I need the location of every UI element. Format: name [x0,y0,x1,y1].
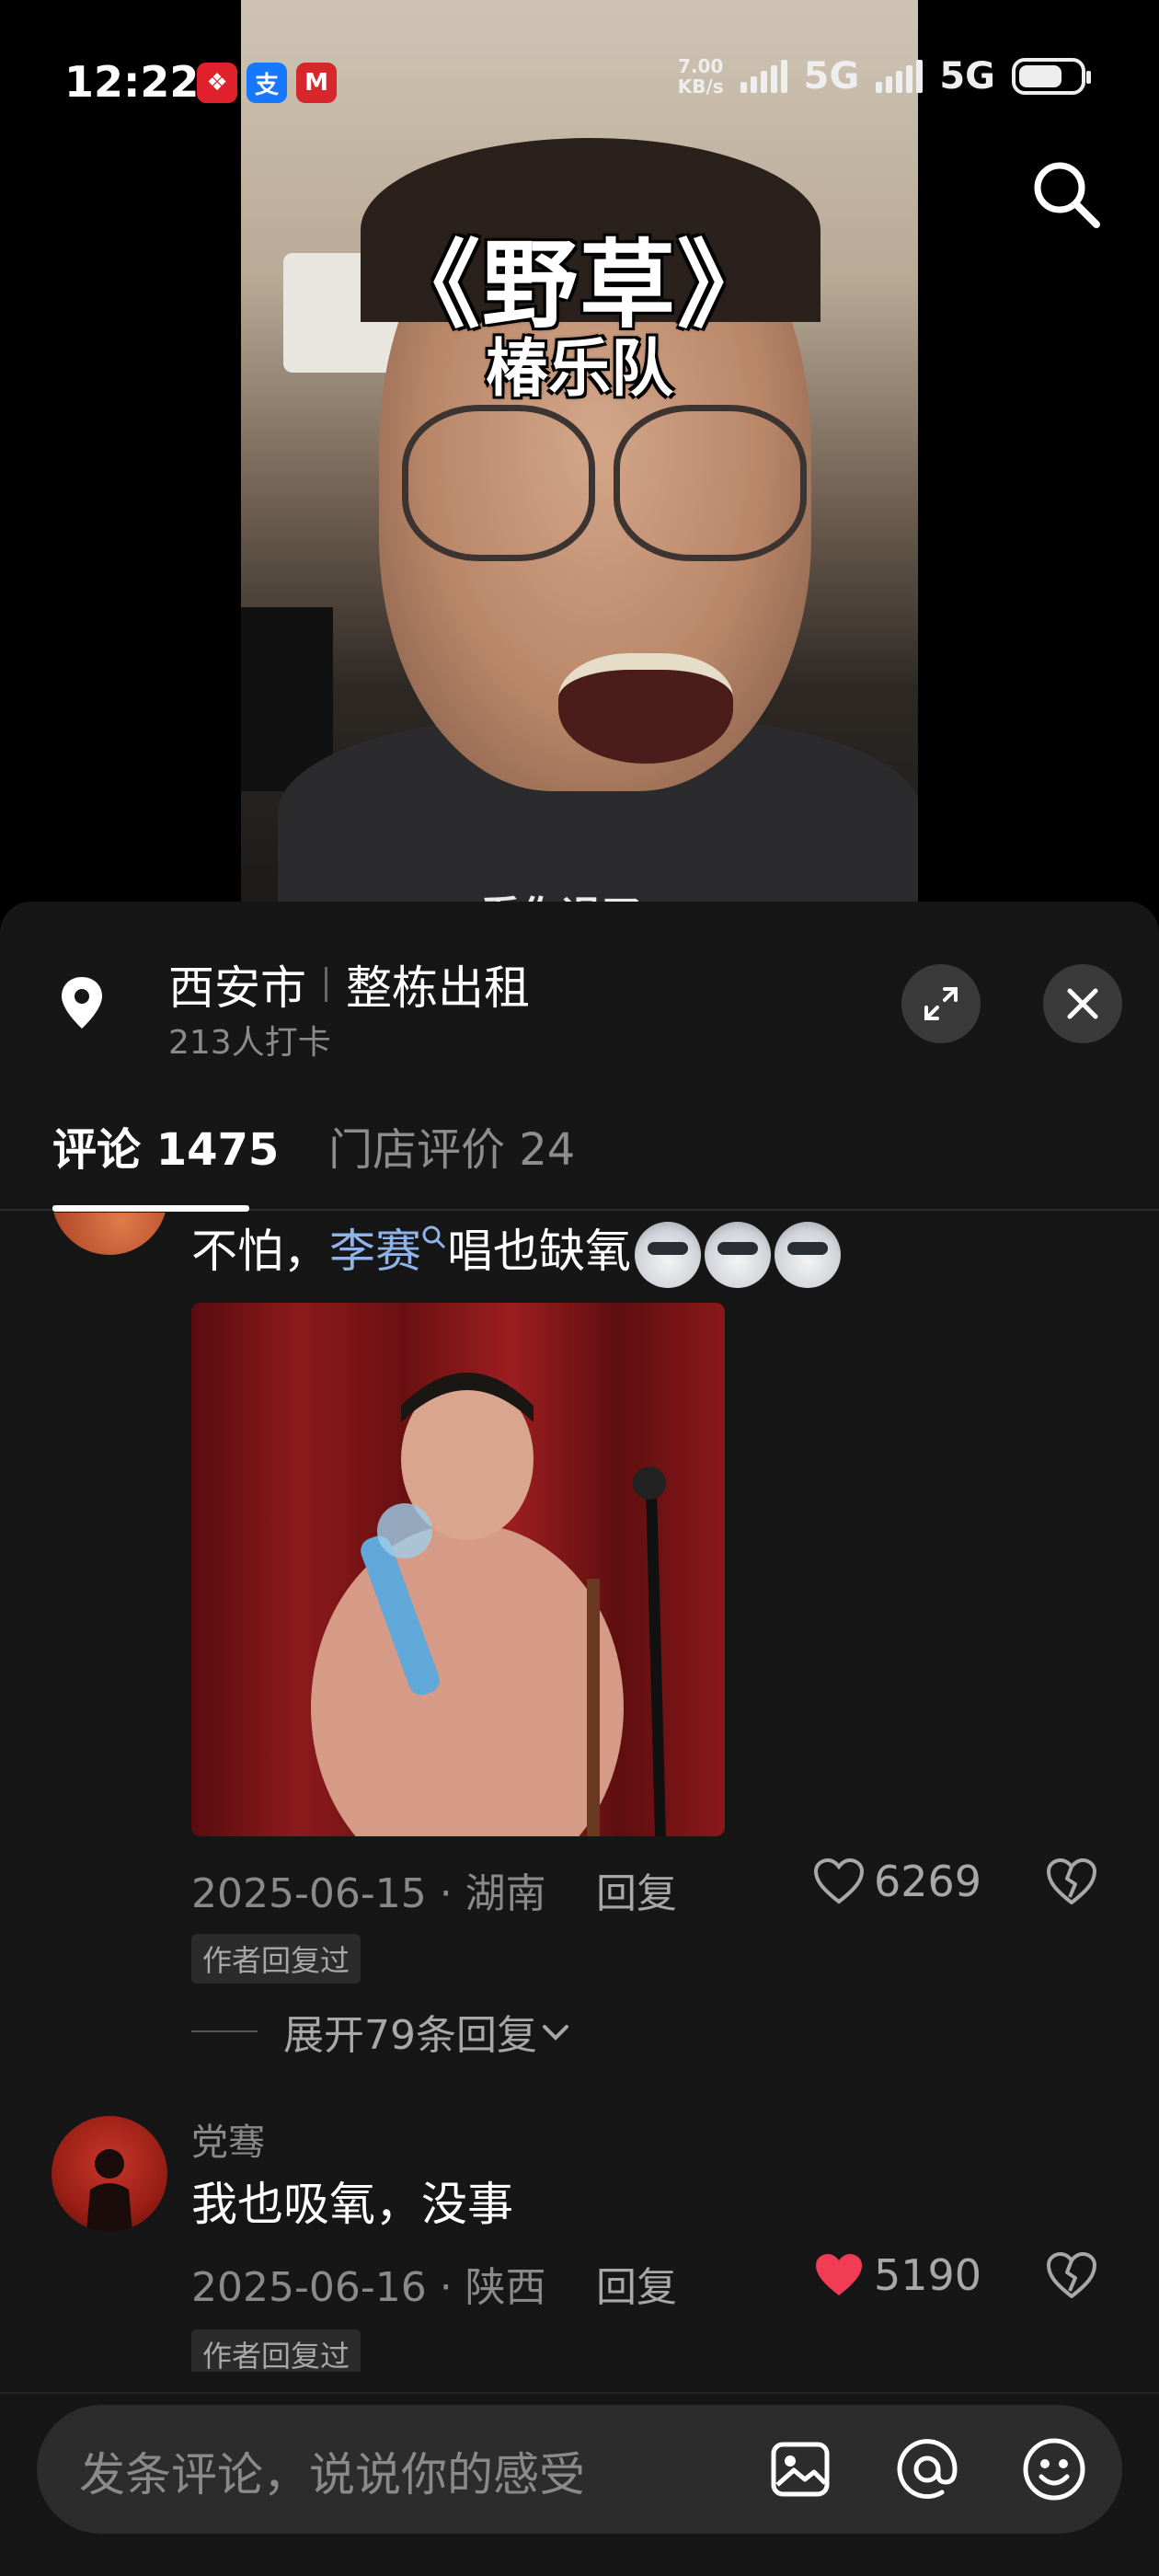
status-right-cluster: 7.00 KB/s 5G 5G [678,55,1091,98]
location-checkins: 213人打卡 [168,1024,331,1062]
signal-icon-2 [876,60,924,93]
tab-bar: 评论 1475 门店评价 24 [0,1113,1159,1212]
comment-text-part: 不怕， [191,1225,329,1278]
broken-heart-icon[interactable] [1045,2250,1098,2300]
chevron-down-icon [543,2025,568,2041]
comment-input-placeholder: 发条评论，说说你的感受 [79,2448,585,2501]
like-count: 6269 [874,1857,982,1906]
avatar-silhouette [86,2149,132,2232]
person-mouth [558,653,733,764]
emoji-button[interactable] [1017,2432,1091,2506]
status-bar: 12:22 ❖ 支 M 7.00 KB/s 5G 5G [0,0,1159,166]
comment-text: 不怕，李赛 唱也缺氧 [191,1214,841,1288]
avatar[interactable] [52,1213,167,1255]
location-name: 整栋出租 [346,961,530,1015]
search-button[interactable] [1027,155,1107,236]
reply-button[interactable]: 回复 [596,1860,677,1919]
reply-button[interactable]: 回复 [596,2254,677,2313]
like-button[interactable]: 6269 [813,1857,981,1906]
network-type-1: 5G [803,55,860,98]
status-time: 12:22 [64,57,200,107]
heart-outline-icon [813,1857,865,1904]
expand-line [191,2030,258,2032]
location-city: 西安市 [168,961,306,1015]
net-speed-unit: KB/s [677,75,724,98]
network-type-2: 5G [939,55,995,98]
husky-emoji-icon [635,1221,701,1288]
like-count: 5190 [874,2250,982,2300]
comment-text-part: 唱也缺氧 [447,1225,631,1278]
image-button[interactable] [763,2432,837,2506]
husky-emoji-icon [705,1221,771,1288]
comment-image[interactable] [191,1303,725,1836]
at-icon [897,2439,958,2500]
search-icon [1034,162,1100,228]
glasses-left [402,405,595,561]
comment-list[interactable]: 不怕，李赛 唱也缺氧 2025-06-15 · 湖南 回复 6269 作者回复过… [0,1213,1159,2372]
location-title[interactable]: 西安市 整栋出租 [168,951,530,1018]
comment-username[interactable]: 党骞 [191,2112,265,2166]
smiley-icon [1023,2438,1085,2501]
heart-filled-icon [816,2254,862,2295]
video-subtitle: 椿乐队 [485,333,673,406]
location-separator [325,967,327,1002]
broken-heart-icon[interactable] [1045,1857,1098,1906]
expand-button[interactable] [901,964,981,1043]
husky-emoji-icon [775,1221,841,1288]
author-replied-badge: 作者回复过 [191,1934,361,1984]
comment-input-bar: 发条评论，说说你的感受 [0,2392,1159,2576]
expand-replies-label: 展开79条回复 [283,2012,537,2059]
search-mini-icon [422,1225,446,1249]
hongbao-app-icon: ❖ [197,63,237,103]
comments-sheet: 西安市 整栋出租 213人打卡 评论 1475 门店评价 24 不怕，李赛 唱也缺… [0,902,1159,2576]
tab-active-indicator [52,1205,249,1212]
like-button[interactable]: 5190 [813,2250,981,2300]
net-speed: 7.00 KB/s [678,56,724,97]
comment-input[interactable]: 发条评论，说说你的感受 [37,2405,1122,2534]
image-icon [771,2442,830,2497]
mention-link[interactable]: 李赛 [329,1225,447,1278]
tab-store-reviews[interactable]: 门店评价 24 [328,1113,575,1211]
glasses-right [614,405,807,561]
mention-name: 李赛 [329,1225,421,1278]
comment-photo [311,1373,666,1836]
comment-text: 我也吸氧，没事 [191,2178,513,2231]
close-button[interactable] [1043,964,1122,1043]
alipay-app-icon: 支 [247,63,287,103]
expand-replies-button[interactable]: 展开79条回复 [191,2002,574,2061]
avatar[interactable] [52,2116,167,2232]
battery-icon [1012,58,1091,95]
comment-date-region: 2025-06-16 · 陕西 [191,2264,546,2311]
location-pin-icon [62,977,102,1029]
tab-comments[interactable]: 评论 1475 [52,1113,279,1211]
expand-icon [924,987,958,1020]
bank-app-icon: M [296,63,337,103]
net-speed-value: 7.00 [678,55,724,77]
author-replied-badge: 作者回复过 [191,2329,361,2372]
close-icon [1067,988,1098,1019]
mention-button[interactable] [890,2432,964,2506]
comment-date-region: 2025-06-15 · 湖南 [191,1870,546,1917]
signal-icon [740,60,787,93]
